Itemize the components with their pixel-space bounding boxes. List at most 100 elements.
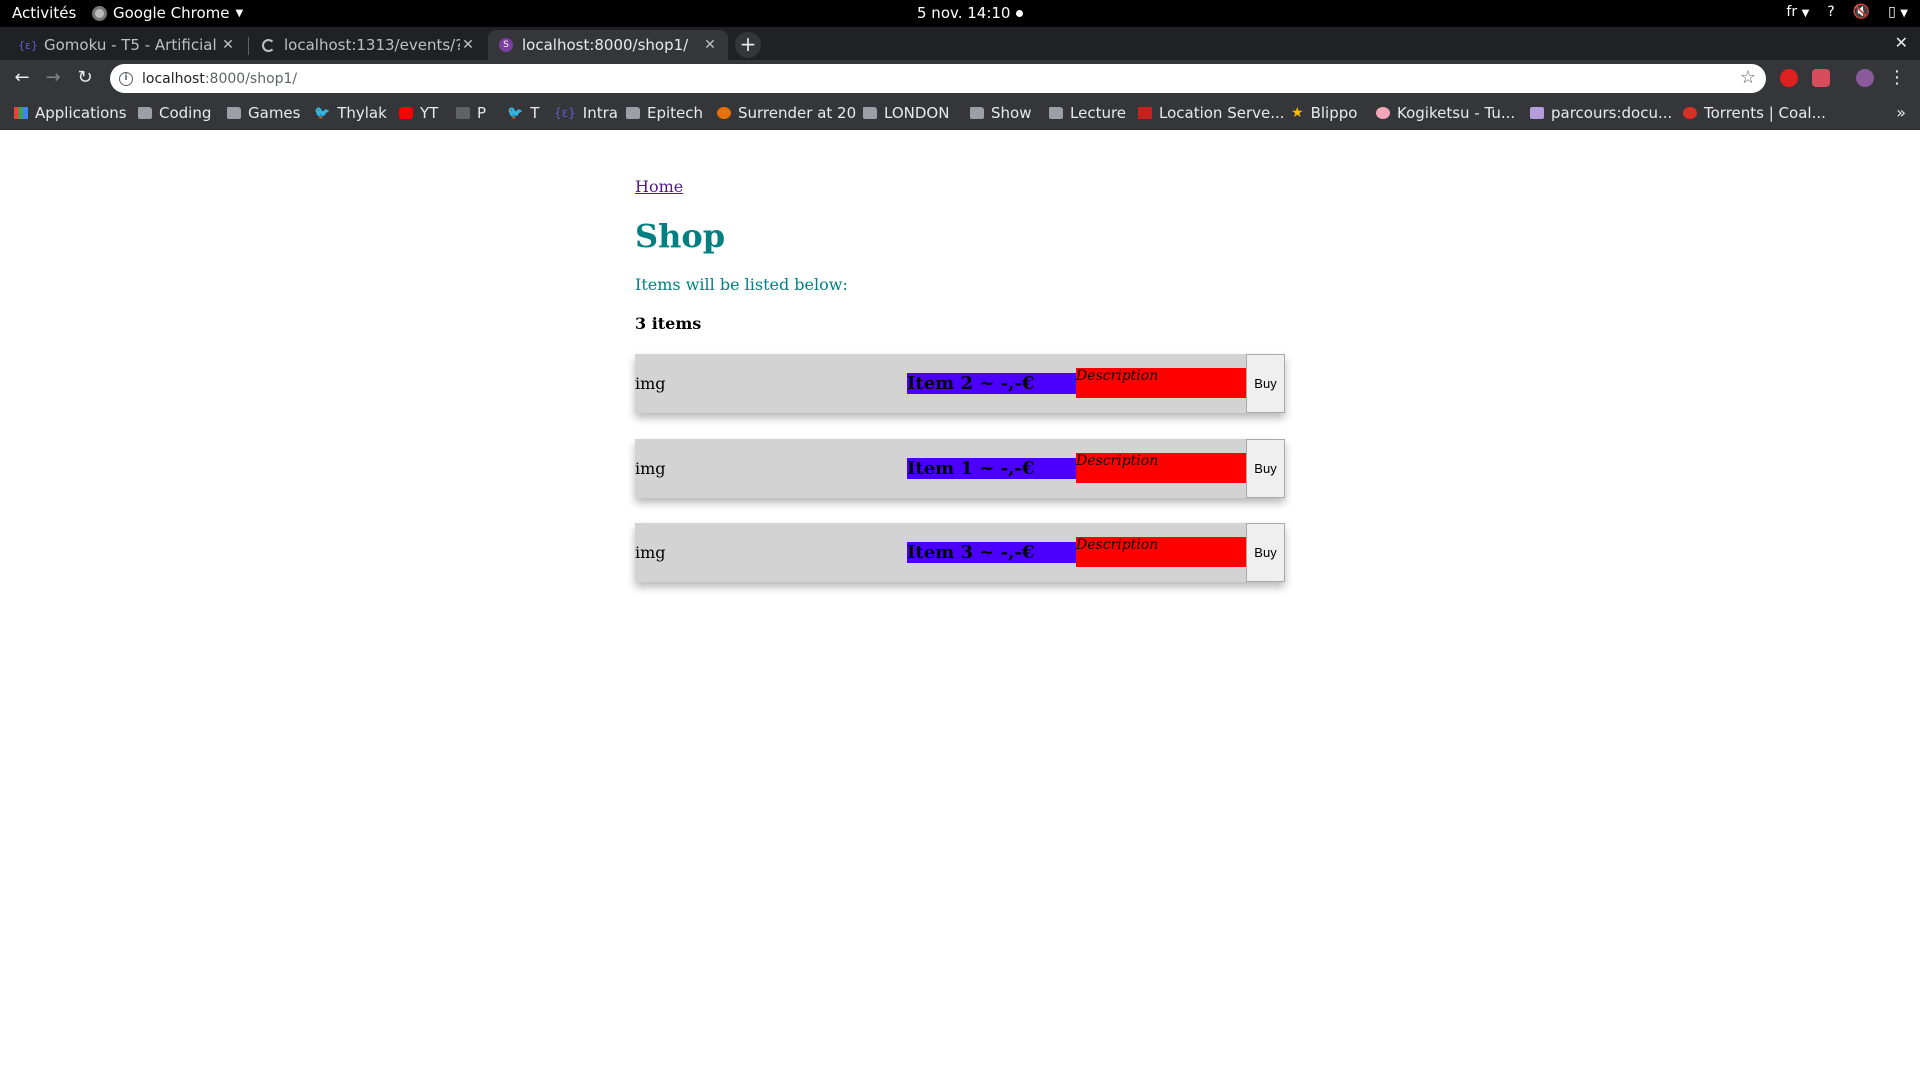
tab-divider <box>248 37 249 55</box>
bookmark-item[interactable]: P <box>456 104 486 122</box>
reload-icon[interactable]: ↻ <box>73 66 97 90</box>
clock-label: 5 nov. 14:10 <box>917 4 1011 22</box>
keyboard-layout-label[interactable]: fr ▼ <box>1786 4 1809 20</box>
loading-icon <box>260 37 276 53</box>
system-top-bar: Activités Google Chrome ▼ 5 nov. 14:10 f… <box>0 0 1920 27</box>
bookmark-label: parcours:docu... <box>1551 104 1673 122</box>
clock[interactable]: 5 nov. 14:10 <box>917 4 1024 22</box>
extension-pdf-icon[interactable] <box>1812 69 1830 87</box>
folder-icon <box>227 107 241 119</box>
bookmark-label: Intra <box>582 104 618 122</box>
bookmark-item[interactable]: Lecture <box>1049 104 1126 122</box>
extension-red-icon[interactable] <box>1780 69 1798 87</box>
site-icon: S <box>498 37 514 53</box>
youtube-icon <box>399 107 413 119</box>
back-arrow-icon[interactable]: ← <box>10 66 34 90</box>
keyboard-layout-value: fr <box>1786 4 1798 20</box>
info-icon[interactable]: i <box>119 71 133 86</box>
close-icon[interactable]: ✕ <box>702 37 718 53</box>
double-chevron-right-icon[interactable]: » <box>1896 103 1906 122</box>
star-icon: ★ <box>1291 105 1304 121</box>
bookmark-label: Coding <box>159 104 212 122</box>
profile-avatar[interactable] <box>1856 69 1874 87</box>
activities-button[interactable]: Activités <box>12 4 76 22</box>
home-link[interactable]: Home <box>635 177 683 196</box>
bookmark-item[interactable]: ★ Blippo <box>1291 104 1357 122</box>
bookmark-item[interactable]: Show <box>970 104 1031 122</box>
system-tray[interactable]: fr ▼ ? 🔇 ▯ ▼ <box>1786 4 1908 20</box>
bookmark-icon <box>456 107 470 119</box>
bookmark-star-icon[interactable]: ☆ <box>1740 67 1756 88</box>
folder-icon <box>138 107 152 119</box>
bookmark-item[interactable]: Location Serve... <box>1138 104 1285 122</box>
bookmark-label: Thylak <box>337 104 387 122</box>
image-alt-text: img <box>635 459 666 478</box>
close-icon[interactable]: ✕ <box>460 37 476 53</box>
app-menu[interactable]: Google Chrome ▼ <box>92 4 243 22</box>
page-title: Shop <box>635 217 726 255</box>
chevron-down-icon: ▼ <box>1801 8 1810 19</box>
tab-shop[interactable]: S localhost:8000/shop1/ ✕ <box>488 30 728 60</box>
folder-icon <box>1049 107 1063 119</box>
bookmark-item[interactable]: 🐦 T <box>507 104 539 122</box>
bookmark-label: Epitech <box>647 104 704 122</box>
url-path: :8000/shop1/ <box>204 70 298 87</box>
battery-icon[interactable]: ▯ ▼ <box>1888 4 1908 20</box>
bookmark-item[interactable]: Games <box>227 104 300 122</box>
bookmark-item[interactable]: LONDON <box>863 104 949 122</box>
folder-icon <box>626 107 640 119</box>
shop-item: img Item 2 ~ -,-€ Description Buy <box>635 354 1285 413</box>
surrender-icon <box>717 107 731 119</box>
bookmark-item[interactable]: YT <box>399 104 438 122</box>
buy-button[interactable]: Buy <box>1246 523 1285 582</box>
location-icon <box>1138 107 1152 119</box>
item-name-price: Item 1 ~ -,-€ <box>907 458 1076 479</box>
bookmark-item[interactable]: Epitech <box>626 104 703 122</box>
bookmark-item[interactable]: Surrender at 20 <box>717 104 856 122</box>
bookmark-item[interactable]: parcours:docu... <box>1530 104 1672 122</box>
bookmark-item[interactable]: 🐦 Thylak <box>314 104 387 122</box>
address-bar[interactable]: i localhost:8000/shop1/ ☆ <box>110 64 1766 93</box>
window-close-icon[interactable]: ✕ <box>1895 33 1908 52</box>
shop-item: img Item 3 ~ -,-€ Description Buy <box>635 523 1285 582</box>
bookmark-label: Blippo <box>1310 104 1358 122</box>
epitech-icon: {ε} <box>554 106 576 120</box>
buy-button[interactable]: Buy <box>1246 354 1285 413</box>
bookmark-label: P <box>477 104 487 122</box>
bookmark-item[interactable]: Applications <box>14 104 127 122</box>
app-menu-label: Google Chrome <box>113 4 230 22</box>
notification-dot-icon <box>1016 9 1024 17</box>
folder-icon <box>970 107 984 119</box>
items-count: 3 items <box>635 314 702 333</box>
shop-item: img Item 1 ~ -,-€ Description Buy <box>635 439 1285 498</box>
bookmarks-bar: Applications Coding Games 🐦 Thylak YT P 🐦… <box>0 97 1920 130</box>
close-icon[interactable]: ✕ <box>220 37 236 53</box>
bookmark-label: Lecture <box>1070 104 1127 122</box>
tab-events[interactable]: localhost:1313/events/?e= ✕ <box>250 30 486 60</box>
kebab-menu-icon[interactable]: ⋮ <box>1888 67 1906 88</box>
image-alt-text: img <box>635 374 666 393</box>
chevron-down-icon: ▼ <box>235 7 244 19</box>
doc-icon <box>1530 107 1544 119</box>
image-alt-text: img <box>635 543 666 562</box>
browser-toolbar: ← → ↻ i localhost:8000/shop1/ ☆ ⋮ <box>0 60 1920 97</box>
bookmark-item[interactable]: {ε} Intra <box>554 104 618 122</box>
bookmark-item[interactable]: Kogiketsu - Tu... <box>1376 104 1515 122</box>
buy-button[interactable]: Buy <box>1246 439 1285 498</box>
item-name-price: Item 2 ~ -,-€ <box>907 373 1076 394</box>
volume-muted-icon[interactable]: 🔇 <box>1853 4 1870 20</box>
forward-arrow-icon[interactable]: → <box>41 66 65 90</box>
bookmark-item[interactable]: Coding <box>138 104 211 122</box>
new-tab-button[interactable]: + <box>735 32 761 58</box>
bookmark-label: T <box>530 104 540 122</box>
torrent-icon <box>1683 107 1697 119</box>
folder-icon <box>863 107 877 119</box>
help-icon[interactable]: ? <box>1827 4 1834 20</box>
bookmark-label: Games <box>248 104 301 122</box>
item-description: Description <box>1076 368 1246 398</box>
bookmark-item[interactable]: Torrents | Coal... <box>1683 104 1826 122</box>
url-text[interactable]: localhost:8000/shop1/ <box>142 71 297 87</box>
tab-gomoku[interactable]: {ε} Gomoku - T5 - Artificial In ✕ <box>10 30 246 60</box>
bookmark-label: Surrender at 20 <box>738 104 857 122</box>
bookmark-label: Location Serve... <box>1159 104 1285 122</box>
